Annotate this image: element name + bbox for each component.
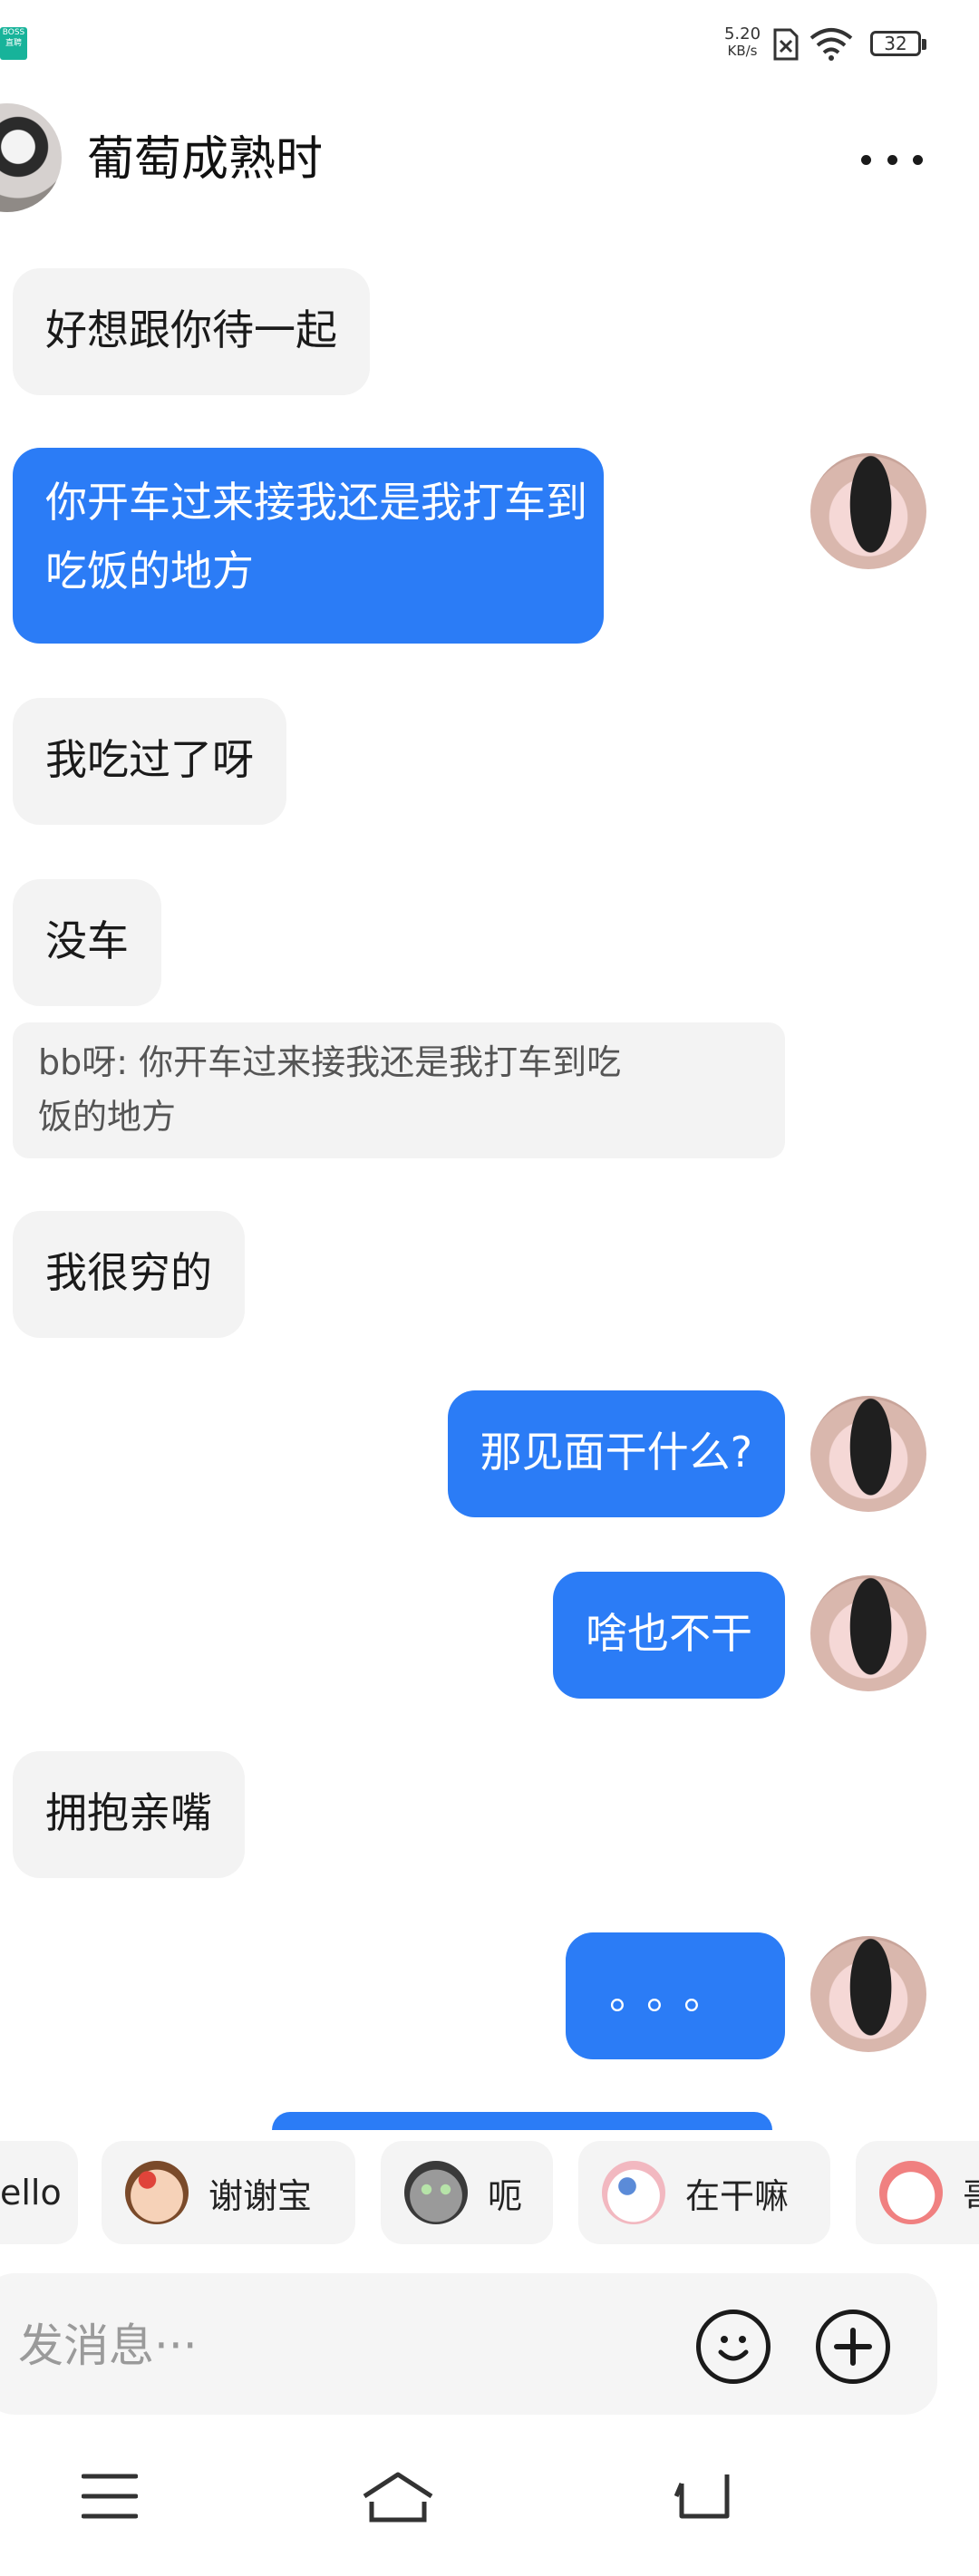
quoted-text-line: 饭的地方 bbox=[38, 1097, 177, 1137]
app-badge-line-1: BOSS bbox=[2, 28, 25, 37]
menu-icon[interactable] bbox=[82, 2471, 138, 2522]
message-text-line: 你开车过来接我还是我打车到 bbox=[45, 478, 587, 527]
plus-glyph bbox=[834, 2328, 872, 2366]
contact-name[interactable]: 葡萄成熟时 bbox=[87, 131, 323, 189]
outgoing-message-partial bbox=[272, 2112, 772, 2130]
quick-reply-label: ello bbox=[0, 2173, 62, 2213]
back-icon[interactable] bbox=[674, 2471, 732, 2522]
chat-header: 葡萄成熟时 bbox=[0, 91, 979, 227]
message-text: 没车 bbox=[45, 916, 129, 965]
more-options-icon[interactable] bbox=[861, 143, 923, 176]
quoted-text-line: bb呀: 你开车过来接我还是我打车到吃 bbox=[38, 1042, 622, 1082]
incoming-message[interactable]: 拥抱亲嘴 bbox=[13, 1751, 245, 1878]
battery-indicator: 32 bbox=[870, 31, 926, 56]
sticker-cat-icon bbox=[404, 2161, 468, 2224]
smile-face-glyph bbox=[718, 2336, 749, 2361]
outgoing-message[interactable]: 。。。 bbox=[566, 1932, 785, 2059]
message-text: 好想跟你待一起 bbox=[45, 305, 337, 354]
message-text-line: 吃饭的地方 bbox=[45, 547, 254, 596]
message-input[interactable] bbox=[16, 2313, 654, 2378]
incoming-message[interactable]: 我吃过了呀 bbox=[13, 698, 286, 825]
quick-reply-chip[interactable]: 在干嘛 bbox=[578, 2141, 830, 2244]
home-icon[interactable] bbox=[359, 2471, 437, 2529]
sticker-girl-icon bbox=[125, 2161, 189, 2224]
sticker-pig-icon bbox=[879, 2161, 943, 2224]
network-speed-value: 5.20 bbox=[723, 24, 761, 44]
quick-reply-label: 呃 bbox=[488, 2175, 523, 2216]
app-badge-line-2: 直聘 bbox=[5, 39, 22, 48]
quick-reply-chip[interactable]: 哥 bbox=[856, 2141, 979, 2244]
incoming-message[interactable]: 我很穷的 bbox=[13, 1211, 245, 1338]
my-avatar[interactable] bbox=[810, 1936, 926, 2052]
message-text: 啥也不干 bbox=[586, 1609, 752, 1658]
outgoing-message[interactable]: 你开车过来接我还是我打车到 吃饭的地方 bbox=[13, 448, 604, 644]
incoming-message[interactable]: 没车 bbox=[13, 879, 161, 1006]
message-text: 我吃过了呀 bbox=[45, 735, 254, 784]
quoted-reply[interactable]: bb呀: 你开车过来接我还是我打车到吃 饭的地方 bbox=[13, 1022, 785, 1158]
quick-reply-label: 谢谢宝 bbox=[208, 2175, 313, 2216]
dot bbox=[913, 154, 923, 165]
wifi-icon bbox=[809, 28, 853, 61]
network-speed: 5.20 KB/s bbox=[718, 24, 767, 59]
outgoing-message[interactable]: 那见面干什么? bbox=[447, 1390, 785, 1517]
quick-reply-chip[interactable]: 呃 bbox=[381, 2141, 553, 2244]
my-avatar[interactable] bbox=[810, 453, 926, 569]
message-text: 我很穷的 bbox=[45, 1248, 212, 1297]
message-text: 拥抱亲嘴 bbox=[45, 1788, 212, 1837]
quick-reply-bar[interactable]: ello 谢谢宝 呃 在干嘛 哥 bbox=[0, 2141, 979, 2248]
quick-reply-label: 哥 bbox=[963, 2168, 979, 2218]
my-avatar[interactable] bbox=[810, 1575, 926, 1691]
battery-level: 32 bbox=[884, 33, 907, 54]
sticker-sheep-icon bbox=[602, 2161, 665, 2224]
status-bar: BOSS 直聘 5.20 KB/s 32 bbox=[0, 0, 979, 91]
boss-app-icon: BOSS 直聘 bbox=[0, 27, 27, 60]
no-sim-icon bbox=[773, 28, 799, 61]
outgoing-message[interactable]: 啥也不干 bbox=[553, 1572, 785, 1699]
incoming-message[interactable]: 好想跟你待一起 bbox=[13, 268, 370, 395]
network-speed-unit: KB/s bbox=[727, 43, 758, 59]
quick-reply-chip[interactable]: 谢谢宝 bbox=[102, 2141, 355, 2244]
quick-reply-label: 在干嘛 bbox=[685, 2175, 790, 2216]
message-text: 那见面干什么? bbox=[480, 1428, 752, 1477]
message-text: 。。。 bbox=[609, 1970, 742, 2019]
system-navigation-bar bbox=[0, 2438, 979, 2576]
contact-avatar[interactable] bbox=[0, 103, 62, 212]
dot bbox=[861, 154, 871, 165]
my-avatar[interactable] bbox=[810, 1396, 926, 1512]
message-input-bar bbox=[0, 2273, 937, 2415]
emoji-icon[interactable] bbox=[696, 2310, 771, 2384]
add-attachment-icon[interactable] bbox=[816, 2310, 890, 2384]
dot bbox=[887, 154, 897, 165]
quick-reply-chip[interactable]: ello bbox=[0, 2141, 78, 2244]
